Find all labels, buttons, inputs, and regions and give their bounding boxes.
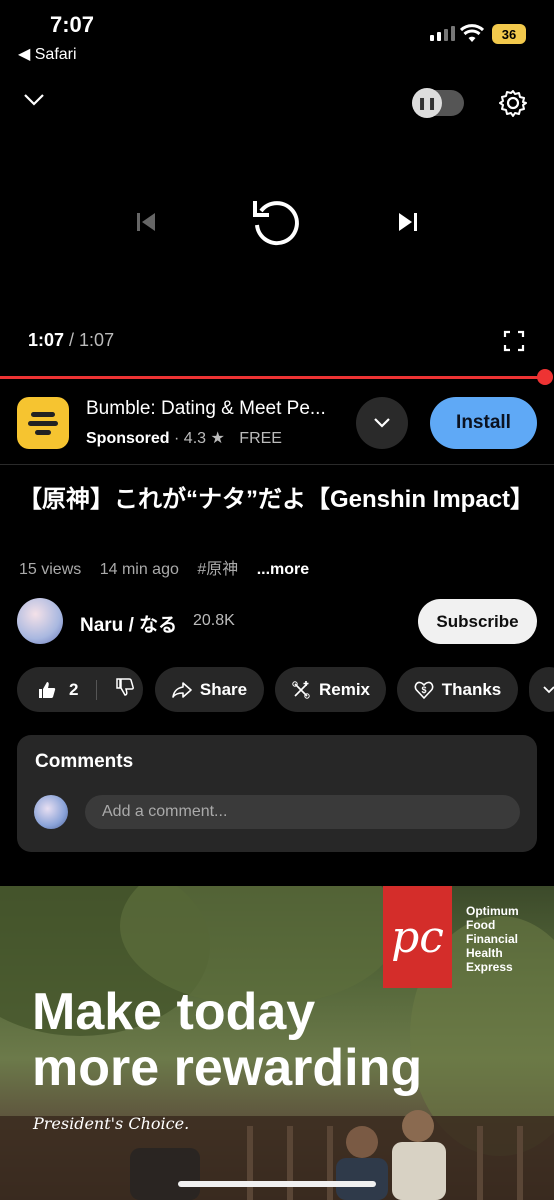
thumbs-up-icon bbox=[39, 681, 56, 698]
settings-gear-icon[interactable] bbox=[498, 88, 528, 123]
share-button[interactable]: Share bbox=[155, 667, 264, 712]
ad-app-title[interactable]: Bumble: Dating & Meet Pe... bbox=[86, 398, 346, 420]
share-icon bbox=[172, 681, 192, 698]
chevron-down-icon bbox=[374, 418, 390, 428]
home-indicator[interactable] bbox=[178, 1181, 376, 1187]
download-icon bbox=[543, 685, 554, 693]
pc-brands-list: Optimum Food Financial Health Express bbox=[466, 904, 519, 974]
progress-scrubber[interactable] bbox=[537, 369, 553, 385]
banner-ad[interactable]: pc Optimum Food Financial Health Express… bbox=[0, 886, 554, 1200]
duration: / 1:07 bbox=[69, 330, 115, 350]
brand-item: Optimum bbox=[466, 904, 519, 918]
ad-price: FREE bbox=[239, 430, 282, 447]
user-avatar bbox=[34, 795, 68, 829]
thumbs-down-icon bbox=[116, 678, 135, 696]
svg-text:$: $ bbox=[421, 685, 426, 695]
video-meta[interactable]: 15 views 14 min ago #原神 ...more bbox=[19, 555, 309, 579]
pause-icon: ❚❚ bbox=[412, 88, 442, 118]
thanks-label: Thanks bbox=[441, 679, 502, 699]
ad-rating: 4.3 bbox=[183, 430, 207, 447]
autoplay-toggle[interactable]: ❚❚ bbox=[412, 88, 464, 118]
brand-item: Food bbox=[466, 918, 496, 932]
remix-icon bbox=[292, 680, 310, 699]
video-title[interactable]: 【原神】これが“ナタ”だよ【Genshin Impact】 bbox=[18, 484, 538, 515]
current-time: 1:07 bbox=[28, 330, 65, 350]
brand-item: Financial bbox=[466, 932, 519, 946]
thanks-heart-dollar-icon: $ bbox=[414, 681, 434, 699]
upload-age: 14 min ago bbox=[99, 561, 179, 578]
next-video-icon[interactable] bbox=[396, 210, 420, 239]
download-button[interactable] bbox=[529, 667, 554, 712]
hashtag[interactable]: #原神 bbox=[197, 561, 238, 578]
cellular-signal-icon bbox=[430, 26, 455, 41]
progress-bar[interactable] bbox=[0, 376, 546, 379]
pill-separator bbox=[96, 679, 98, 700]
star-icon: ★ bbox=[210, 430, 225, 447]
playback-time: 1:07 / 1:07 bbox=[28, 330, 114, 351]
brand-item: Health bbox=[466, 946, 503, 960]
headline-line-2: more rewarding bbox=[32, 1039, 423, 1097]
channel-name[interactable]: Naru / なる bbox=[80, 610, 177, 637]
pc-logo: pc bbox=[383, 886, 452, 988]
minimize-chevron-icon[interactable] bbox=[22, 90, 46, 115]
view-count: 15 views bbox=[19, 561, 82, 578]
subscriber-count: 20.8K bbox=[193, 612, 235, 629]
like-button[interactable]: 2 bbox=[37, 680, 78, 700]
sponsored-label: Sponsored bbox=[86, 430, 170, 447]
like-dislike-pill: 2 bbox=[17, 667, 143, 712]
battery-icon: 36 bbox=[492, 24, 526, 44]
channel-avatar[interactable] bbox=[17, 598, 63, 644]
subscribe-button[interactable]: Subscribe bbox=[418, 599, 537, 644]
status-time: 7:07 bbox=[50, 12, 95, 37]
brand-item: Express bbox=[466, 960, 513, 974]
thanks-button[interactable]: $ Thanks bbox=[397, 667, 518, 712]
remix-button[interactable]: Remix bbox=[275, 667, 386, 712]
comments-title: Comments bbox=[35, 751, 134, 772]
headline-line-1: Make today bbox=[32, 983, 316, 1041]
previous-video-icon[interactable] bbox=[134, 210, 158, 239]
add-comment-input[interactable]: Add a comment... bbox=[85, 795, 520, 829]
wifi-icon bbox=[459, 24, 485, 49]
comments-panel[interactable]: Comments Add a comment... bbox=[17, 735, 537, 852]
bumble-app-icon[interactable] bbox=[17, 397, 69, 449]
dislike-button[interactable] bbox=[115, 677, 135, 702]
fullscreen-icon[interactable] bbox=[503, 330, 525, 357]
ad-expand-button[interactable] bbox=[356, 397, 408, 449]
share-label: Share bbox=[199, 679, 248, 699]
ad-meta: Sponsored · 4.3 ★ FREE bbox=[86, 430, 282, 447]
remix-label: Remix bbox=[318, 679, 371, 699]
replay-icon[interactable] bbox=[249, 195, 305, 256]
presidents-choice-logo: President's Choice. bbox=[33, 1114, 190, 1133]
install-button[interactable]: Install bbox=[430, 397, 537, 449]
banner-headline: Make today more rewarding bbox=[32, 984, 422, 1096]
divider bbox=[0, 464, 554, 465]
like-count: 2 bbox=[69, 679, 79, 699]
more-link[interactable]: ...more bbox=[257, 561, 309, 578]
back-to-safari-link[interactable]: ◀ Safari bbox=[18, 44, 77, 64]
